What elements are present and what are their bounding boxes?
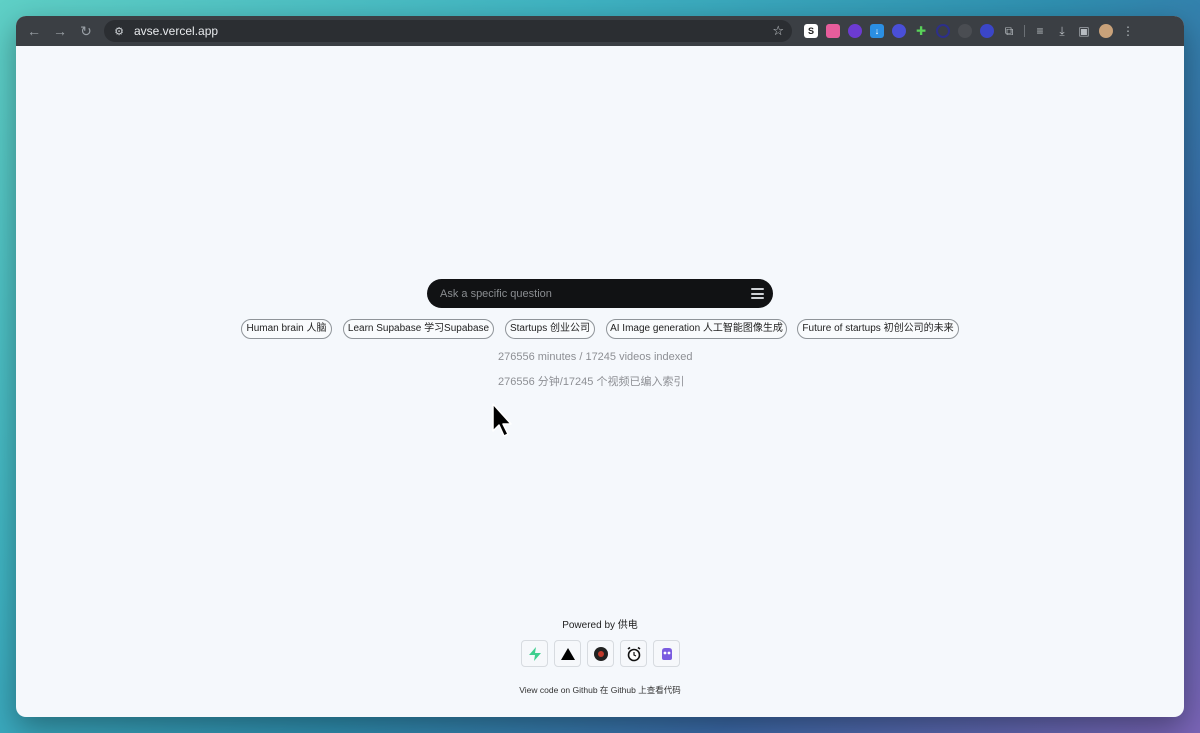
leaf-extension-icon[interactable]: ✚: [914, 24, 928, 38]
back-icon[interactable]: ←: [22, 19, 46, 43]
globe-extension-icon[interactable]: [892, 24, 906, 38]
network-extension-icon[interactable]: [980, 24, 994, 38]
alarm-clock-logo-icon[interactable]: [620, 640, 647, 667]
panda-extension-icon[interactable]: [848, 24, 862, 38]
extensions-area: S ↓ ✚ ⧉ ≡ ⤓ ▣ ⋮: [804, 24, 1135, 39]
chip-learn-supabase[interactable]: Learn Supabase 学习Supabase: [343, 319, 494, 339]
profile-avatar[interactable]: [1099, 24, 1113, 38]
browser-window: ← → ↻ ⚙ avse.vercel.app ☆ S ↓ ✚ ⧉ ≡ ⤓ ▣ …: [16, 16, 1184, 717]
side-panel-icon[interactable]: ▣: [1077, 24, 1091, 38]
page-content: Human brain 人脑 Learn Supabase 学习Supabase…: [16, 46, 1184, 717]
suggestion-chips: Human brain 人脑 Learn Supabase 学习Supabase…: [16, 319, 1184, 339]
record-logo-icon[interactable]: [587, 640, 614, 667]
search-bar[interactable]: [427, 279, 773, 308]
stats-english: 276556 minutes / 17245 videos indexed: [498, 351, 693, 363]
puzzle-extensions-icon[interactable]: ⧉: [1002, 24, 1016, 39]
bookmark-star-icon[interactable]: ☆: [772, 23, 784, 39]
sponsor-logos: [521, 640, 680, 667]
reload-icon[interactable]: ↻: [74, 19, 98, 43]
github-link[interactable]: View code on Github 在 Github 上查看代码: [16, 684, 1184, 696]
dark-extension-icon[interactable]: [958, 24, 972, 38]
search-input[interactable]: [438, 286, 732, 301]
vercel-logo-icon[interactable]: [554, 640, 581, 667]
address-bar[interactable]: ⚙ avse.vercel.app ☆: [104, 20, 792, 42]
reading-list-icon[interactable]: ≡: [1033, 24, 1047, 38]
powered-by-text: Powered by 供电: [562, 620, 638, 631]
hamburger-menu-icon[interactable]: [751, 288, 764, 299]
chip-future-of-startups[interactable]: Future of startups 初创公司的未来: [797, 319, 959, 339]
ring-extension-icon[interactable]: [936, 24, 950, 38]
purple-brain-logo-icon[interactable]: [653, 640, 680, 667]
mouse-cursor-icon: [492, 403, 512, 437]
s-extension-icon[interactable]: S: [804, 24, 818, 38]
colorful-extension-icon[interactable]: [826, 24, 840, 38]
stats-chinese: 276556 分钟/17245 个视频已编入索引: [498, 376, 685, 388]
url-text: avse.vercel.app: [134, 24, 219, 38]
chip-startups[interactable]: Startups 创业公司: [505, 319, 595, 339]
download-extension-icon[interactable]: ↓: [870, 24, 884, 38]
chip-human-brain[interactable]: Human brain 人脑: [241, 319, 332, 339]
site-settings-icon[interactable]: ⚙: [110, 22, 128, 40]
chip-ai-image-generation[interactable]: AI Image generation 人工智能图像生成: [606, 319, 787, 339]
supabase-logo-icon[interactable]: [521, 640, 548, 667]
toolbar-separator: [1024, 25, 1025, 37]
download-icon[interactable]: ⤓: [1055, 24, 1069, 39]
browser-toolbar: ← → ↻ ⚙ avse.vercel.app ☆ S ↓ ✚ ⧉ ≡ ⤓ ▣ …: [16, 16, 1184, 46]
forward-icon[interactable]: →: [48, 19, 72, 43]
menu-kebab-icon[interactable]: ⋮: [1121, 24, 1135, 38]
